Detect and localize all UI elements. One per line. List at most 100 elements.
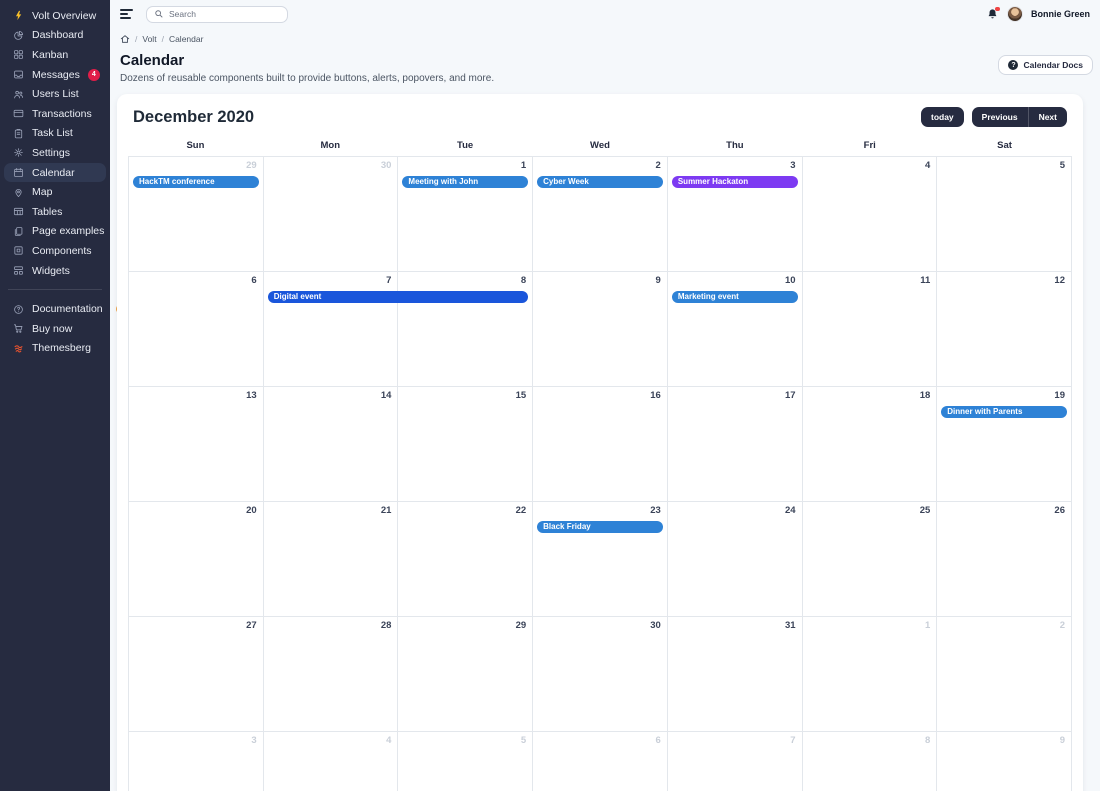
calendar-day-cell[interactable]: 17	[668, 387, 803, 502]
calendar-day-cell[interactable]: 29HackTM conference	[129, 157, 264, 272]
sidebar-item-calendar[interactable]: Calendar	[4, 163, 106, 183]
sidebar-item-volt-overview[interactable]: Volt Overview	[4, 6, 106, 26]
calendar-day-cell[interactable]: 11	[803, 272, 938, 387]
calendar-day-cell[interactable]: 20	[129, 502, 264, 617]
sidebar-item-map[interactable]: Map	[4, 182, 106, 202]
sidebar-item-widgets[interactable]: Widgets	[4, 261, 106, 281]
sidebar-item-label: Calendar	[32, 167, 75, 179]
calendar-event[interactable]: Black Friday	[537, 521, 663, 533]
sidebar-item-settings[interactable]: Settings	[4, 143, 106, 163]
calendar-day-cell[interactable]: 10Marketing event	[668, 272, 803, 387]
calendar-day-cell[interactable]: 22	[398, 502, 533, 617]
calendar-event[interactable]: Dinner with Parents	[941, 406, 1067, 418]
calendar-day-cell[interactable]: 9	[937, 732, 1072, 791]
calendar-day-cell[interactable]: 24	[668, 502, 803, 617]
breadcrumb-volt[interactable]: Volt	[142, 34, 156, 44]
calendar-day-cell[interactable]: 19Dinner with Parents	[937, 387, 1072, 502]
sidebar-divider	[8, 289, 102, 290]
calendar-day-cell[interactable]: 5	[937, 157, 1072, 272]
calendar-day-cell[interactable]: 3Summer Hackaton	[668, 157, 803, 272]
calendar-day-cell[interactable]: 6	[129, 272, 264, 387]
day-number: 17	[672, 390, 798, 403]
calendar-day-cell[interactable]: 12	[937, 272, 1072, 387]
sidebar-item-transactions[interactable]: Transactions	[4, 104, 106, 124]
day-number: 6	[537, 735, 663, 748]
calendar-day-cell[interactable]: 1Meeting with John	[398, 157, 533, 272]
calendar-event[interactable]: Meeting with John	[402, 176, 528, 188]
calendar-day-cell[interactable]: 23Black Friday	[533, 502, 668, 617]
calendar-day-cell[interactable]: 3	[129, 732, 264, 791]
calendar-event[interactable]: Cyber Week	[537, 176, 663, 188]
calendar-day-cell[interactable]: 1	[803, 617, 938, 732]
sidebar-item-label: Dashboard	[32, 29, 83, 41]
sidebar-item-documentation[interactable]: Documentationv1.3	[4, 299, 106, 319]
calendar-day-cell[interactable]: 16	[533, 387, 668, 502]
calendar-day-cell[interactable]: 8	[803, 732, 938, 791]
question-circle-icon: ?	[1008, 60, 1018, 70]
calendar-day-cell[interactable]: 13	[129, 387, 264, 502]
cart-icon	[13, 323, 24, 334]
calendar-day-cell[interactable]: 30	[533, 617, 668, 732]
calendar-day-cell[interactable]: 2Cyber Week	[533, 157, 668, 272]
search-input[interactable]	[169, 9, 280, 19]
sidebar-item-kanban[interactable]: Kanban	[4, 45, 106, 65]
calendar-day-cell[interactable]: 8	[398, 272, 533, 387]
sidebar-item-users-list[interactable]: Users List	[4, 84, 106, 104]
calendar-day-cell[interactable]: 21	[264, 502, 399, 617]
next-button[interactable]: Next	[1029, 107, 1067, 127]
sidebar-item-themesberg[interactable]: Themesberg	[4, 339, 106, 359]
calendar-event[interactable]: Marketing event	[672, 291, 798, 303]
menu-icon[interactable]	[120, 9, 134, 19]
breadcrumb-separator: /	[162, 34, 164, 44]
topbar-right: Bonnie Green	[986, 6, 1090, 22]
calendar-month-title: December 2020	[133, 108, 254, 127]
calendar-event[interactable]: Summer Hackaton	[672, 176, 798, 188]
bell-icon[interactable]	[986, 8, 999, 21]
calendar-event[interactable]: Digital event	[268, 291, 528, 303]
calendar-day-cell[interactable]: 27	[129, 617, 264, 732]
calendar-day-cell[interactable]: 18	[803, 387, 938, 502]
sidebar-item-label: Components	[32, 245, 92, 257]
today-button[interactable]: today	[921, 107, 964, 127]
calendar-day-cell[interactable]: 7	[668, 732, 803, 791]
calendar-event[interactable]: HackTM conference	[133, 176, 259, 188]
previous-button[interactable]: Previous	[972, 107, 1029, 127]
calendar-day-cell[interactable]: 5	[398, 732, 533, 791]
sidebar-item-messages[interactable]: Messages4	[4, 65, 106, 85]
page-subtitle: Dozens of reusable components built to p…	[120, 73, 494, 84]
calendar-docs-button[interactable]: ? Calendar Docs	[998, 55, 1093, 75]
sidebar-item-tables[interactable]: Tables	[4, 202, 106, 222]
calendar-day-cell[interactable]: 28	[264, 617, 399, 732]
calendar-day-cell[interactable]: 30	[264, 157, 399, 272]
gear-icon	[13, 147, 24, 158]
calendar-day-cell[interactable]: 29	[398, 617, 533, 732]
calendar-day-cell[interactable]: 4	[803, 157, 938, 272]
user-name[interactable]: Bonnie Green	[1031, 9, 1090, 19]
calendar-day-cell[interactable]: 25	[803, 502, 938, 617]
calendar-day-cell[interactable]: 4	[264, 732, 399, 791]
day-number: 6	[133, 275, 259, 288]
calendar-controls: today Previous Next	[921, 107, 1067, 127]
calendar-day-cell[interactable]: 31	[668, 617, 803, 732]
notification-dot	[995, 7, 1000, 12]
calendar-day-cell[interactable]: 15	[398, 387, 533, 502]
search-box[interactable]	[146, 6, 288, 23]
calendar-day-cell[interactable]: 9	[533, 272, 668, 387]
map-pin-icon	[13, 187, 24, 198]
calendar-day-cell[interactable]: 7Digital event	[264, 272, 399, 387]
home-icon[interactable]	[120, 34, 130, 44]
app-root: Volt Overview Dashboard KanbanMessages4Use…	[0, 0, 1100, 791]
sidebar-item-task-list[interactable]: Task List	[4, 124, 106, 144]
day-number: 25	[807, 505, 933, 518]
day-events: Digital event	[268, 291, 394, 303]
weekday-label: Fri	[802, 137, 937, 156]
sidebar-item-components[interactable]: Components	[4, 241, 106, 261]
sidebar-item-buy-now[interactable]: Buy now	[4, 319, 106, 339]
calendar-day-cell[interactable]: 2	[937, 617, 1072, 732]
avatar[interactable]	[1007, 6, 1023, 22]
calendar-day-cell[interactable]: 26	[937, 502, 1072, 617]
calendar-day-cell[interactable]: 6	[533, 732, 668, 791]
sidebar-item-dashboard[interactable]: Dashboard	[4, 26, 106, 46]
sidebar-item-page-examples[interactable]: Page examples	[4, 222, 106, 242]
calendar-day-cell[interactable]: 14	[264, 387, 399, 502]
